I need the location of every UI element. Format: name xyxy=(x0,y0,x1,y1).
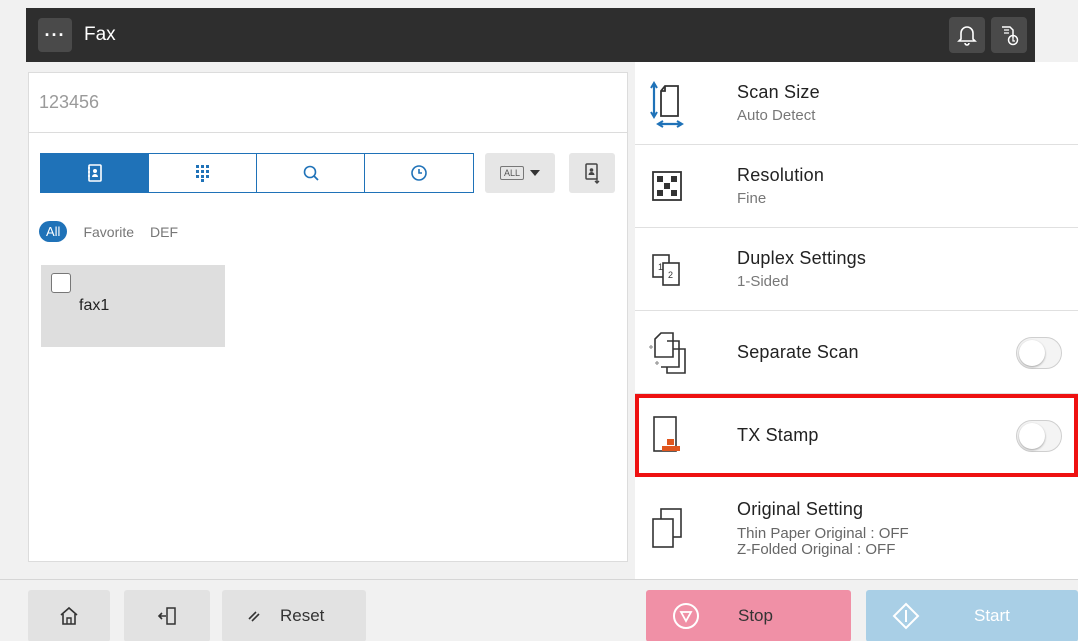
svg-text:2: 2 xyxy=(668,270,673,280)
resolution-title: Resolution xyxy=(737,165,825,185)
separate-scan-title: Separate Scan xyxy=(737,341,859,362)
destination-checkbox[interactable] xyxy=(51,273,71,293)
settings-panel: Scan Size Auto Detect Resolution Fine 1 … xyxy=(635,62,1078,579)
setting-duplex[interactable]: 1 2 Duplex Settings 1-Sided xyxy=(635,228,1078,311)
setting-resolution[interactable]: Resolution Fine xyxy=(635,145,1078,228)
chevron-down-icon xyxy=(530,170,540,176)
toggle-knob xyxy=(1019,340,1045,366)
notification-button[interactable] xyxy=(949,17,985,53)
tx-stamp-icon xyxy=(653,416,680,452)
home-icon xyxy=(60,606,78,625)
start-button[interactable]: Start xyxy=(866,590,1078,641)
tab-history[interactable] xyxy=(365,154,473,192)
bottom-bar: Reset Stop Start xyxy=(0,579,1078,641)
scan-size-value: Auto Detect xyxy=(737,107,816,124)
z-folded-status: Z-Folded Original : OFF xyxy=(737,540,896,558)
filter-favorite[interactable]: Favorite xyxy=(83,224,134,240)
stop-icon xyxy=(673,603,699,629)
search-icon xyxy=(303,165,319,181)
destination-filters: All Favorite DEF xyxy=(39,221,178,242)
destination-panel: ALL All Favorite DEF fax1 xyxy=(28,72,628,562)
filter-all[interactable]: All xyxy=(39,221,68,242)
toggle-knob xyxy=(1019,423,1045,449)
reset-button[interactable]: Reset xyxy=(222,590,366,641)
logout-icon xyxy=(157,607,176,625)
original-setting-title: Original Setting xyxy=(737,498,864,519)
svg-text:1: 1 xyxy=(658,262,663,272)
address-book-add-icon xyxy=(585,163,600,184)
setting-separate-scan[interactable]: Separate Scan xyxy=(635,311,1078,394)
bell-icon xyxy=(957,26,977,46)
access-button[interactable] xyxy=(124,590,210,641)
reset-label: Reset xyxy=(280,606,325,625)
fax-screen: ··· Fax 123456 ALL All Favorite DEF fax1… xyxy=(0,0,1078,641)
tab-search[interactable] xyxy=(257,154,365,192)
setting-scan-size[interactable]: Scan Size Auto Detect xyxy=(635,62,1078,145)
stop-button[interactable]: Stop xyxy=(646,590,851,641)
setting-original[interactable]: Original Setting Thin Paper Original : O… xyxy=(635,477,1078,579)
resolution-value: Fine xyxy=(737,190,767,207)
job-status-icon xyxy=(1002,26,1019,46)
resolution-icon xyxy=(652,171,682,201)
separate-scan-toggle[interactable] xyxy=(1016,337,1062,369)
index-dropdown-label: ALL xyxy=(499,166,524,180)
job-status-button[interactable] xyxy=(991,17,1027,53)
scan-size-title: Scan Size xyxy=(737,82,820,102)
index-dropdown[interactable]: ALL xyxy=(485,153,555,193)
start-label: Start xyxy=(974,606,1010,625)
destination-card[interactable]: fax1 xyxy=(41,265,225,347)
tab-keypad[interactable] xyxy=(149,154,257,192)
duplex-icon: 1 2 xyxy=(652,254,680,286)
duplex-value: 1-Sided xyxy=(737,273,789,290)
keypad-icon xyxy=(195,165,209,182)
separate-scan-icon xyxy=(649,332,686,374)
filter-def[interactable]: DEF xyxy=(150,224,178,240)
clock-icon xyxy=(411,165,427,181)
destination-input[interactable] xyxy=(29,73,627,133)
duplex-title: Duplex Settings xyxy=(737,248,867,268)
app-title: Fax xyxy=(84,24,116,45)
address-tabbar xyxy=(40,153,474,193)
scan-size-icon xyxy=(650,81,684,128)
app-header: ··· Fax xyxy=(26,8,1035,62)
address-book-icon xyxy=(87,164,102,182)
reset-icon xyxy=(248,611,260,622)
home-button[interactable] xyxy=(28,590,110,641)
destination-label: fax1 xyxy=(79,297,110,314)
thin-paper-status: Thin Paper Original : OFF xyxy=(737,524,909,542)
tx-stamp-toggle[interactable] xyxy=(1016,420,1062,452)
header-actions xyxy=(949,17,1027,53)
tab-address-book[interactable] xyxy=(41,154,149,192)
original-setting-icon xyxy=(652,508,682,548)
setting-tx-stamp[interactable]: TX Stamp xyxy=(635,394,1078,477)
tx-stamp-title: TX Stamp xyxy=(737,424,819,445)
menu-icon: ··· xyxy=(44,25,66,45)
menu-button[interactable]: ··· xyxy=(38,18,72,52)
stop-label: Stop xyxy=(738,606,773,625)
start-icon xyxy=(892,602,920,630)
register-destination-button[interactable] xyxy=(569,153,615,193)
